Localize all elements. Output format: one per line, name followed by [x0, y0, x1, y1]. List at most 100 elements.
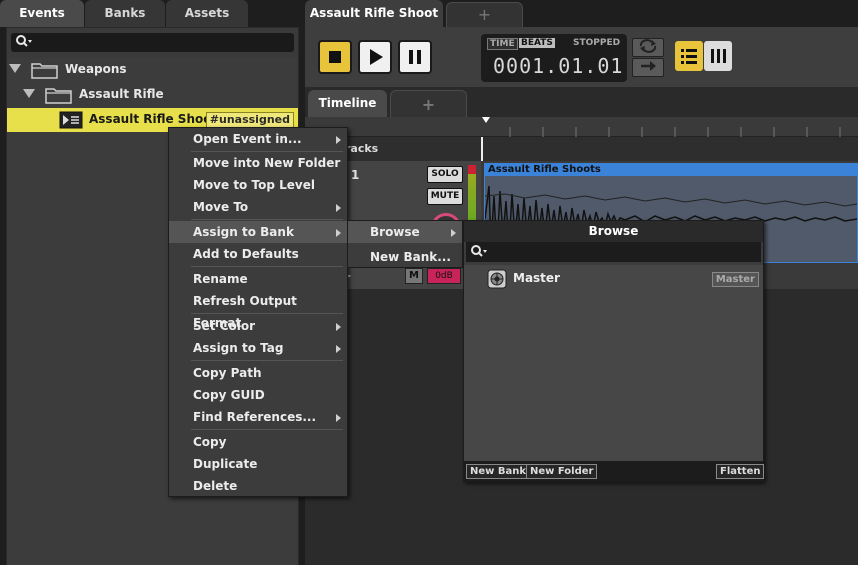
menu-item-move-to-top-level[interactable]: Move to Top Level	[169, 174, 347, 196]
event-icon	[59, 111, 83, 129]
menu-item-label: Assign to Bank	[193, 225, 294, 239]
expand-arrow-icon[interactable]	[9, 64, 21, 73]
menu-item-find-references[interactable]: Find References...	[169, 406, 347, 428]
level-meter	[468, 165, 476, 225]
menu-item-add-to-defaults[interactable]: Add to Defaults	[169, 243, 347, 265]
follow-playhead-button[interactable]	[632, 58, 664, 77]
search-icon	[15, 34, 33, 52]
tab-timeline[interactable]: Timeline	[308, 90, 387, 117]
menu-item-duplicate[interactable]: Duplicate	[169, 453, 347, 475]
folder-icon	[31, 61, 59, 79]
pause-button[interactable]	[398, 40, 432, 74]
master-mute-button[interactable]: M	[405, 268, 423, 284]
expand-arrow-icon[interactable]	[23, 89, 35, 98]
menu-item-label: Find References...	[193, 410, 317, 424]
tracks-label: racks	[345, 142, 379, 155]
menu-item-copy-path[interactable]: Copy Path	[169, 362, 347, 384]
menu-item-label: Set Color	[193, 319, 256, 333]
mute-button[interactable]: MUTE	[427, 188, 463, 205]
menu-separator	[191, 266, 343, 267]
menu-item-label: Duplicate	[193, 457, 258, 471]
time-display: TIME BEATS STOPPED 0001.01.01	[481, 34, 627, 82]
bank-label: Master	[513, 271, 560, 285]
submenu-arrow-icon	[336, 136, 341, 144]
assign-to-bank-submenu: Browse New Bank...	[347, 220, 463, 268]
beats-mode-toggle[interactable]: BEATS	[519, 38, 555, 48]
menu-item-label: Delete	[193, 479, 238, 493]
region-title: Assault Rifle Shoots	[485, 164, 857, 176]
search-icon	[470, 244, 488, 261]
menu-item-set-color[interactable]: Set Color	[169, 315, 347, 337]
tab-assets[interactable]: Assets	[166, 0, 248, 27]
flatten-button[interactable]: Flatten	[716, 464, 765, 479]
transport-bar: TIME BEATS STOPPED 0001.01.01	[305, 27, 858, 87]
tree-item-label: Assault Rifle	[79, 87, 164, 101]
solo-button[interactable]: SOLO	[427, 166, 463, 183]
menu-item-label: Move to Top Level	[193, 178, 315, 192]
submenu-arrow-icon	[336, 345, 341, 353]
menu-separator	[191, 219, 343, 220]
editor-sub-tabs: Timeline +	[305, 87, 858, 117]
submenu-arrow-icon	[336, 229, 341, 237]
menu-item-copy-guid[interactable]: Copy GUID	[169, 384, 347, 406]
loop-button[interactable]	[632, 38, 664, 57]
menu-separator	[191, 360, 343, 361]
menu-separator	[191, 429, 343, 430]
add-tab-button[interactable]: +	[446, 2, 523, 27]
menu-item-move-into-new-folder[interactable]: Move into New Folder	[169, 152, 347, 174]
menu-item-label: Open Event in...	[193, 132, 302, 146]
menu-item-open-event-in[interactable]: Open Event in...	[169, 128, 347, 150]
tree-item-label: Weapons	[65, 62, 127, 76]
new-bank-button[interactable]: New Bank	[466, 464, 531, 479]
stop-button[interactable]	[318, 40, 352, 74]
master-volume-readout[interactable]: 0dB	[427, 268, 461, 284]
browse-footer: New Bank New Folder Flatten	[464, 461, 765, 481]
submenu-arrow-icon	[336, 204, 341, 212]
menu-item-refresh-output-format[interactable]: Refresh Output Format	[169, 290, 347, 330]
menu-item-label: Copy Path	[193, 366, 262, 380]
menu-item-delete[interactable]: Delete	[169, 475, 347, 497]
menu-item-label: Move To	[193, 200, 249, 214]
tree-item-weapons[interactable]: Weapons	[7, 58, 298, 82]
tracks-header: racks	[305, 137, 858, 161]
play-button[interactable]	[358, 40, 392, 74]
time-mode-toggle[interactable]: TIME	[487, 38, 518, 50]
add-parameter-tab-button[interactable]: +	[390, 90, 467, 117]
menu-item-rename[interactable]: Rename	[169, 268, 347, 290]
timeline-position: 0001.01.01	[493, 54, 624, 78]
menu-item-label: Rename	[193, 272, 248, 286]
tab-event-editor[interactable]: Assault Rifle Shoot	[305, 0, 443, 27]
new-folder-button[interactable]: New Folder	[526, 464, 598, 479]
folder-icon	[45, 86, 73, 104]
track-number: 1	[351, 168, 360, 182]
menu-item-label: Assign to Tag	[193, 341, 284, 355]
menu-item-new-bank[interactable]: New Bank...	[348, 246, 462, 268]
menu-item-label: Browse	[370, 225, 420, 239]
menu-separator	[191, 313, 343, 314]
master-badge: Master	[711, 272, 759, 287]
menu-item-move-to[interactable]: Move To	[169, 196, 347, 218]
bank-item-master[interactable]: Master Master	[464, 267, 763, 291]
tab-events[interactable]: Events	[0, 0, 84, 27]
menu-item-browse[interactable]: Browse	[348, 221, 462, 243]
submenu-arrow-icon	[336, 323, 341, 331]
deck-view-icon[interactable]	[704, 41, 732, 71]
unassigned-badge: #unassigned	[205, 112, 294, 128]
submenu-arrow-icon	[451, 229, 456, 237]
tree-item-assault-rifle[interactable]: Assault Rifle	[7, 83, 298, 107]
submenu-arrow-icon	[336, 414, 341, 422]
bank-search-input[interactable]	[466, 242, 761, 262]
browser-tabs: Events Banks Assets	[0, 0, 300, 28]
playback-status: STOPPED	[573, 38, 621, 48]
playhead[interactable]	[481, 137, 483, 161]
list-view-icon[interactable]	[675, 41, 703, 71]
menu-item-assign-to-bank[interactable]: Assign to Bank	[169, 221, 347, 243]
tree-item-label: Assault Rifle Shoot	[89, 112, 218, 126]
timeline-ruler[interactable]	[305, 117, 858, 137]
menu-item-copy[interactable]: Copy	[169, 431, 347, 453]
events-search-input[interactable]	[11, 33, 294, 52]
menu-item-label: Copy GUID	[193, 388, 265, 402]
tab-banks[interactable]: Banks	[85, 0, 165, 27]
menu-item-assign-to-tag[interactable]: Assign to Tag	[169, 337, 347, 359]
menu-item-label: New Bank...	[370, 250, 451, 264]
